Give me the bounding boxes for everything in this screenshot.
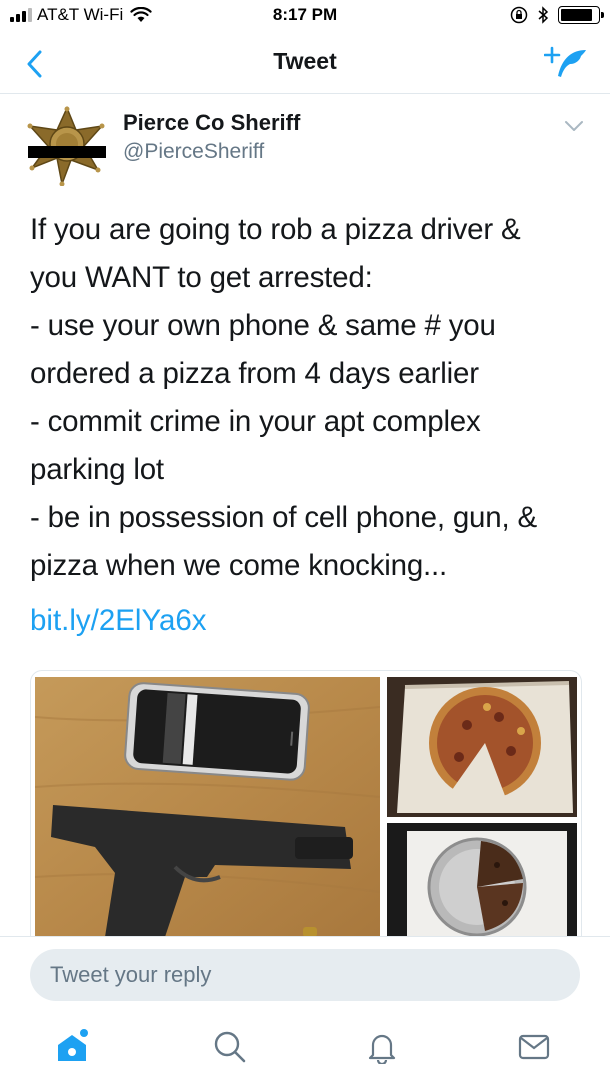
tweet-text: If you are going to rob a pizza driver &… [30,206,590,590]
battery-icon [558,6,604,24]
search-icon [214,1031,246,1063]
home-icon [58,1029,88,1061]
orientation-lock-icon [510,6,528,24]
tab-notifications[interactable] [352,1022,412,1072]
media-cake-photo[interactable] [387,823,577,936]
tweet-media [30,670,582,936]
messages-icon [518,1034,550,1060]
reply-input[interactable] [30,949,580,1001]
avatar[interactable] [24,106,110,187]
media-pizza-photo[interactable] [387,677,577,817]
nav-bar: Tweet [0,34,610,94]
compose-tweet-button[interactable] [543,42,590,84]
pizza-photo-icon [387,677,577,817]
sheriff-badge-icon [27,106,106,187]
bluetooth-icon [538,6,549,24]
tweet-text-line: you WANT to get arrested: [30,261,373,294]
reply-bar [0,936,610,1012]
author-handle[interactable]: @PierceSheriff [123,140,264,164]
tweet-text-line: If you are going to rob a pizza driver & [30,213,521,246]
compose-quill-icon [543,46,586,77]
tweet-text-line: - commit crime in your apt complex [30,405,481,438]
tab-bar [0,1012,610,1084]
tweet-text-line: pizza when we come knocking... [30,549,448,582]
status-bar: AT&T Wi-Fi 8:17 PM [0,0,610,34]
tab-messages[interactable] [504,1022,564,1072]
media-phone-gun-photo[interactable] [35,677,380,936]
status-bar-right [510,6,604,24]
chevron-down-icon [565,121,583,131]
author-name[interactable]: Pierce Co Sheriff [123,110,300,136]
tweet-text-line: parking lot [30,453,164,486]
tab-home[interactable] [42,1022,102,1072]
tab-search[interactable] [200,1022,260,1072]
cake-photo-icon [387,823,577,936]
tweet-link[interactable]: bit.ly/2ElYa6x [30,604,207,638]
tweet-options-button[interactable] [562,114,586,138]
phone-gun-photo-icon [35,677,380,936]
tweet-text-line: ordered a pizza from 4 days earlier [30,357,479,390]
notifications-icon [368,1034,396,1064]
tweet-text-line: - be in possession of cell phone, gun, & [30,501,537,534]
tweet-text-line: - use your own phone & same # you [30,309,496,342]
tweet-header: Pierce Co Sheriff @PierceSheriff [0,94,610,194]
page-title: Tweet [273,48,337,74]
